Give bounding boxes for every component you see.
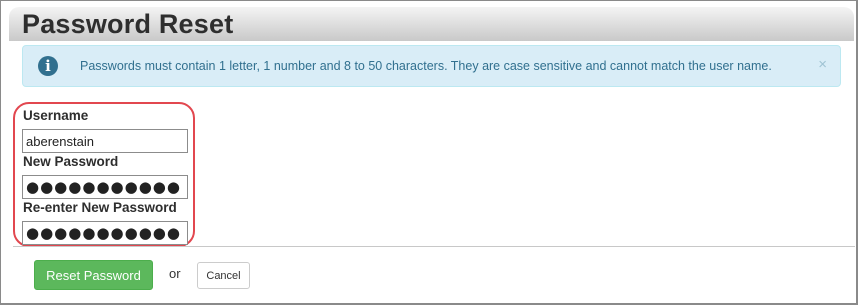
alert-message: Passwords must contain 1 letter, 1 numbe… [80,59,772,73]
reenter-password-field[interactable] [22,221,188,245]
dialog-frame: Password Reset i Passwords must contain … [0,0,858,305]
info-alert: i Passwords must contain 1 letter, 1 num… [22,45,841,87]
username-label: Username [23,108,89,123]
title-bar: Password Reset [9,7,854,41]
info-icon: i [38,56,58,76]
new-password-field[interactable] [22,175,188,199]
divider [13,246,855,247]
reenter-password-label: Re-enter New Password [23,200,177,215]
new-password-label: New Password [23,154,119,169]
reset-password-button[interactable]: Reset Password [34,260,153,290]
username-field[interactable] [22,129,188,153]
close-icon[interactable]: × [818,56,827,73]
or-separator: or [169,266,181,281]
cancel-button[interactable]: Cancel [197,262,250,289]
page-title: Password Reset [22,9,234,39]
